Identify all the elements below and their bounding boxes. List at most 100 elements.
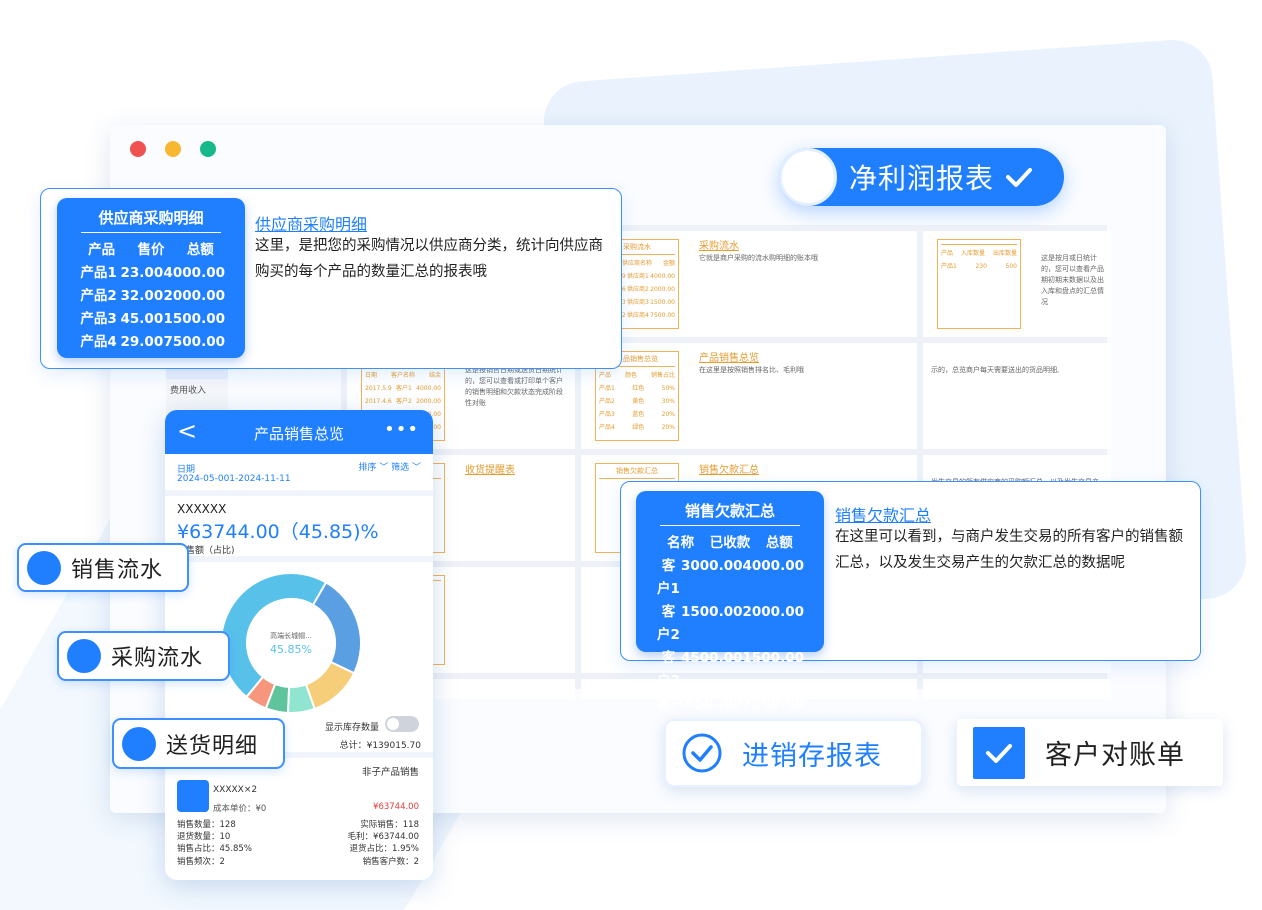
inventory-report-label: 进销存报表: [742, 740, 882, 772]
table-cell: 1500.00: [163, 311, 226, 327]
more-icon[interactable]: •••: [384, 419, 419, 440]
purchase-flow-label: 采购流水: [111, 646, 204, 671]
preview-cell: 供应商1: [627, 273, 649, 280]
circle-icon: [27, 550, 61, 585]
stat-right: 销售客户数：2: [362, 856, 419, 867]
table-row: 产品3 45.00 1500.00: [57, 308, 245, 331]
filter-button[interactable]: 筛选: [391, 463, 409, 473]
table-row: 客户2 1500.00 2000.00: [636, 601, 824, 647]
preview-cell: 颜色: [624, 372, 637, 379]
circle-icon: [779, 148, 837, 206]
minimize-dot[interactable]: [165, 141, 181, 157]
report-card: [923, 679, 1111, 699]
chevron-down-icon: ﹀: [379, 463, 389, 473]
check-circle-icon: [682, 733, 722, 773]
donut-slice[interactable]: [311, 581, 362, 675]
customer-statement-button[interactable]: 客户对账单: [957, 719, 1223, 786]
stat-right: 毛利：¥63744.00: [347, 832, 419, 843]
net-profit-report-label: 净利润报表: [849, 162, 995, 195]
item-code: XXXXXX: [177, 502, 227, 516]
maximize-dot[interactable]: [200, 141, 216, 157]
table-cell: 产品3: [80, 311, 117, 327]
preview-header-row: 产品 入库数量 出库数量: [941, 247, 1017, 260]
preview-cell: 日期: [365, 372, 378, 379]
sales-receivable-desc: 在这里可以看到，与商户发生交易的所有客户的销售额汇总，以及发生交易产生的欠款汇总…: [835, 529, 1183, 571]
report-card-title[interactable]: 产品销售总览: [699, 349, 759, 364]
table-cell: 产品4: [80, 334, 117, 350]
preview-row: 产品3 蓝色 20%: [599, 408, 675, 421]
table-row: 产品2 32.00 2000.00: [57, 285, 245, 308]
report-card-title[interactable]: 销售欠款汇总: [699, 461, 759, 476]
table-header-cell: 售价: [137, 242, 165, 258]
unit-cost: 成本单价：¥0: [213, 804, 267, 814]
stat-right: 退货占比：1.95%: [349, 844, 419, 855]
report-card[interactable]: 示的，总览商户每天需要送出的货品明细,: [923, 343, 1111, 449]
table-cell: 客户1: [657, 558, 680, 597]
table-header-cell: 总额: [765, 535, 793, 551]
sales-flow-button[interactable]: 销售流水: [17, 543, 189, 592]
supplier-purchase-title[interactable]: 供应商采购明细: [255, 211, 367, 235]
preview-cell: 产品: [941, 250, 954, 257]
table-cell: 2000.00: [163, 288, 226, 304]
divider: [165, 556, 433, 562]
table-cell: 4500.00: [681, 650, 743, 666]
table-header-cell: 名称: [667, 535, 695, 551]
net-profit-report-button[interactable]: 净利润报表: [779, 148, 1064, 206]
delivery-detail-label: 送货明细: [166, 733, 259, 759]
report-card-desc: 示的，总览商户每天需要送出的货品明细,: [931, 366, 1060, 374]
purchase-flow-button[interactable]: 采购流水: [57, 631, 230, 681]
table-row: 产品1 23.00 4000.00: [57, 262, 245, 285]
preview-cell: 供应商2: [627, 286, 649, 293]
date-range[interactable]: 2024-05-001-2024-11-11: [177, 474, 291, 484]
table-cell: 客户3: [657, 650, 680, 689]
preview-cell: 产品: [599, 372, 612, 379]
table-row: 客户1 3000.00 4000.00: [636, 555, 824, 601]
preview-row: 2017.4.6 客户2 2000.00: [365, 395, 441, 408]
report-card[interactable]: 产品销售总览 产品 颜色 销售占比 产品1 红色 50% 产品2 黄色 30% 产品3 蓝色 20% 产品…: [581, 343, 917, 449]
preview-cell: 2017.5.9: [365, 385, 392, 392]
report-card-desc: 这是按销售日期或送货日期统计的，您可以查看或打印单个客户的销售明细和欠款状态完成…: [465, 366, 563, 407]
preview-cell: 绿色: [632, 424, 645, 431]
stat-row: 销售频次：2 销售客户数：2: [177, 856, 419, 868]
preview-cell: 红色: [632, 385, 645, 392]
product-price: ¥63744.00: [373, 802, 419, 812]
preview-cell: 入库数量: [960, 250, 985, 257]
sort-button[interactable]: 排序: [358, 463, 376, 473]
preview-cell: 产品3: [599, 411, 615, 418]
report-card-title[interactable]: 采购流水: [699, 237, 739, 252]
sidebar-item-expense-income[interactable]: 费用收入: [166, 379, 228, 403]
close-dot[interactable]: [130, 141, 146, 157]
grand-total: 总计：¥139015.70: [339, 741, 421, 751]
delivery-detail-button[interactable]: 送货明细: [112, 718, 285, 769]
report-card[interactable]: 产品 入库数量 出库数量 产品1 230 500 这是按月或日统计的，您可以查看产品期初期末…: [923, 231, 1111, 337]
preview-cell: 产品4: [599, 424, 615, 431]
table-cell: 客户2: [657, 604, 680, 643]
preview-cell: 结余: [428, 372, 441, 379]
stat-row: 销售占比：45.85% 退货占比：1.95%: [177, 843, 419, 855]
report-card-title[interactable]: 收货提醒表: [465, 461, 515, 476]
sales-receivable-title[interactable]: 销售欠款汇总: [835, 502, 931, 526]
sort-filter: 排序 ﹀ 筛选 ﹀: [358, 460, 421, 473]
table-row: 产品4 29.00 7500.00: [57, 331, 245, 354]
show-stock-label: 显示库存数量: [325, 723, 380, 733]
table-header-cell: 已收款: [709, 535, 751, 551]
table-cell: 32.00: [120, 288, 164, 304]
table-cell: 45.00: [120, 311, 164, 327]
table-header-row: 名称 已收款 总额: [636, 532, 824, 555]
table-cell: 4000.00: [742, 558, 805, 574]
preview-cell: 产品2: [599, 398, 615, 405]
preview-cell: 50%: [661, 385, 675, 392]
report-card-desc: 这是按月或日统计的，您可以查看产品期初期末数据以及出入库和盘点的汇总情况: [1041, 254, 1104, 306]
table-title: 销售欠款汇总: [660, 500, 800, 526]
sales-flow-label: 销售流水: [71, 557, 164, 583]
preview-header-row: 日期 客户名称 结余: [365, 369, 441, 382]
show-stock-toggle[interactable]: [385, 716, 419, 732]
inventory-report-button[interactable]: 进销存报表: [664, 719, 923, 787]
report-card-desc: 在这里是按照销售排名比、毛利哦: [699, 366, 804, 374]
table-row: 客户3 4500.00 1500.00: [636, 647, 824, 693]
preview-cell: 230: [975, 263, 987, 270]
sales-receivable-table: 销售欠款汇总 名称 已收款 总额 客户1 3000.00 4000.00 客户2 1500.0…: [636, 491, 824, 735]
preview-cell: 500: [1005, 263, 1017, 270]
preview-row: 产品2 黄色 30%: [599, 395, 675, 408]
report-card[interactable]: 采购流水日期供应商名称金额2017.5.9供应商14000.002017.4.6…: [581, 231, 917, 337]
